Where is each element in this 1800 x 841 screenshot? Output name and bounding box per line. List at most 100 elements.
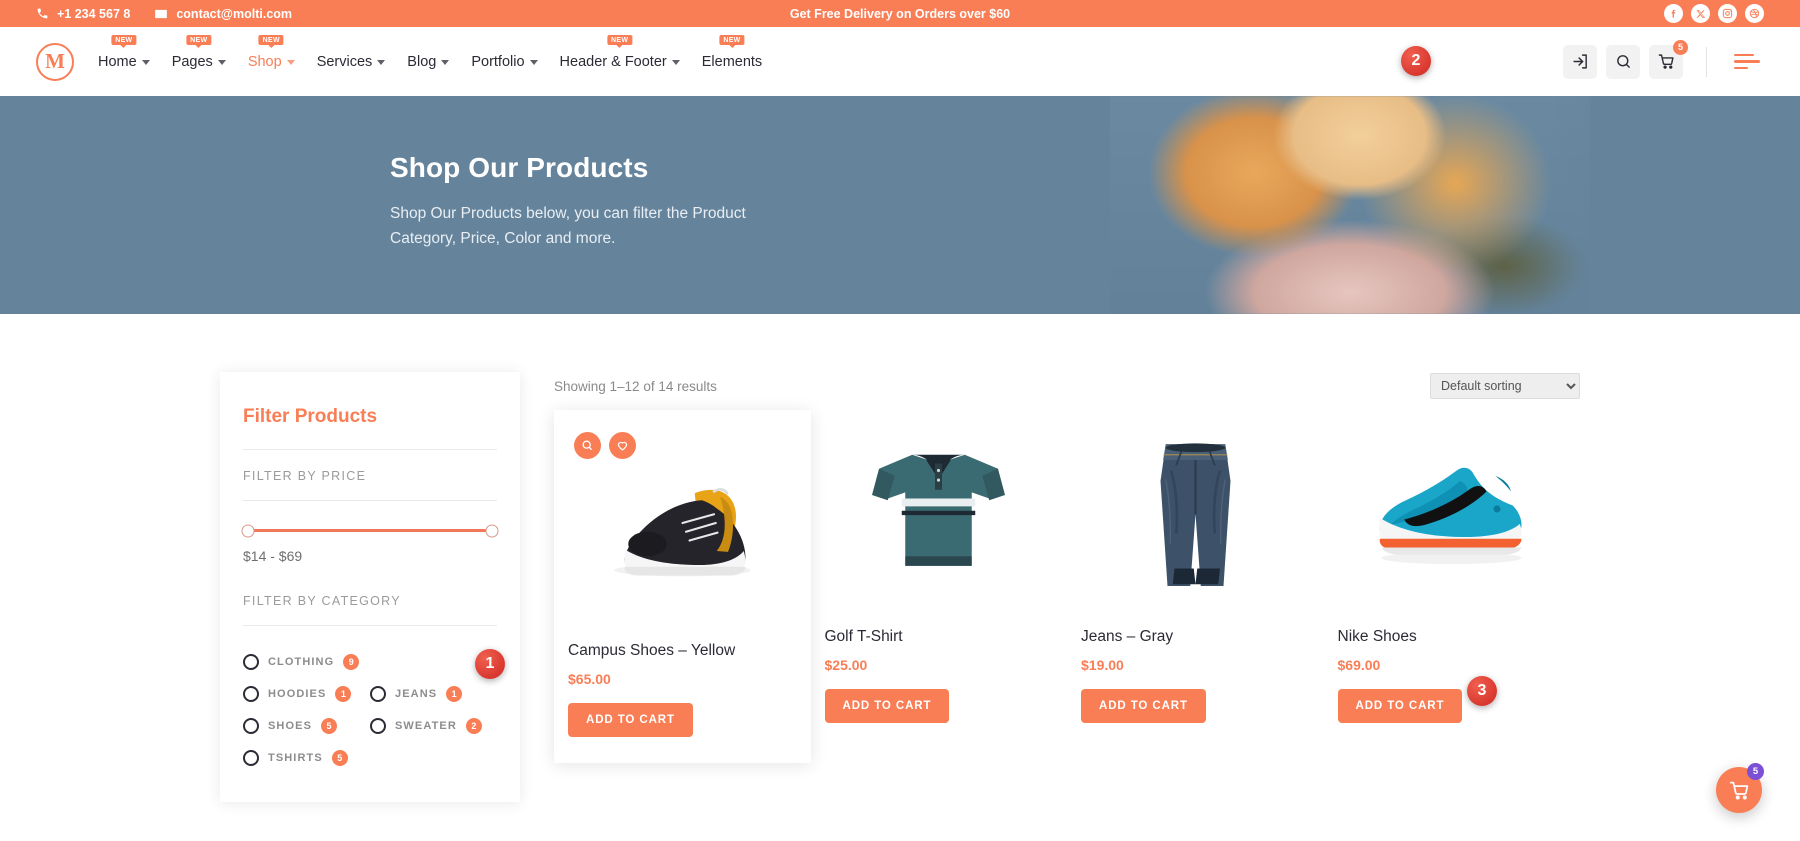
nav-divider — [1706, 46, 1707, 77]
category-filter-tshirts[interactable]: TSHIRTS 5 — [243, 750, 497, 766]
burger-line — [1734, 60, 1760, 63]
chevron-down-icon — [377, 60, 386, 65]
campus-shoes-yellow-image — [614, 487, 751, 576]
chevron-down-icon — [217, 60, 226, 65]
product-image[interactable] — [568, 428, 797, 624]
category-count-badge: 5 — [321, 718, 338, 734]
annotation-marker-3: 3 — [1467, 676, 1497, 706]
category-filter-shoes[interactable]: SHOES 5 — [243, 718, 370, 734]
product-price: $65.00 — [568, 671, 611, 687]
nav-item-services[interactable]: Services — [317, 48, 386, 76]
email-link[interactable]: contact@molti.com — [154, 7, 292, 21]
add-to-cart-button[interactable]: ADD TO CART — [824, 689, 950, 723]
category-label: SWEATER — [395, 720, 457, 732]
category-filter-jeans[interactable]: JEANS 1 — [370, 686, 497, 702]
nav-new-badge: NEW — [258, 34, 284, 45]
chevron-down-icon — [441, 60, 450, 65]
product-grid: Campus Shoes – Yellow $65.00 ADD TO CART G… — [554, 410, 1581, 763]
product-price: $69.00 — [1337, 657, 1381, 673]
filter-title-accent: Filter — [243, 406, 290, 427]
category-count-badge: 9 — [343, 654, 360, 670]
filter-by-category-heading: FILTER BY CATEGORY — [243, 594, 497, 626]
nav-item-label: Services — [316, 53, 373, 70]
sort-dropdown[interactable]: Default sortingSort by popularitySort by… — [1430, 373, 1580, 399]
category-count-badge: 1 — [335, 686, 352, 702]
nav-item-home[interactable]: NEW Home — [98, 34, 150, 76]
category-radio[interactable] — [243, 750, 259, 766]
nav-item-label: Elements — [701, 53, 763, 70]
category-filter-sweater[interactable]: SWEATER 2 — [370, 718, 497, 734]
product-name[interactable]: Jeans – Gray — [1081, 628, 1310, 646]
filter-products-title: Filter Products — [243, 406, 497, 428]
price-slider-min-handle[interactable] — [241, 524, 255, 537]
dribbble-icon[interactable] — [1745, 4, 1764, 23]
envelope-icon — [154, 7, 168, 21]
product-card[interactable]: Nike Shoes $69.00 ADD TO CART — [1324, 414, 1581, 763]
category-radio[interactable] — [370, 718, 386, 734]
nav-item-blog[interactable]: Blog — [407, 48, 450, 76]
nav-new-badge: NEW — [111, 34, 137, 45]
nav-item-elements[interactable]: NEW Elements — [701, 34, 763, 76]
chevron-down-icon — [529, 60, 538, 65]
products-area: Showing 1–12 of 14 results Default sorti… — [554, 372, 1580, 802]
category-filter-hoodies[interactable]: HOODIES 1 — [243, 686, 370, 702]
search-button[interactable] — [1606, 44, 1640, 79]
facebook-icon[interactable] — [1664, 4, 1683, 23]
product-image[interactable] — [1338, 414, 1567, 610]
site-logo[interactable]: M — [36, 42, 74, 81]
product-name[interactable]: Campus Shoes – Yellow — [568, 642, 797, 660]
cart-button[interactable]: 5 — [1649, 39, 1688, 79]
nav-actions: 5 — [1563, 39, 1764, 79]
price-range-slider[interactable] — [241, 524, 499, 537]
nav-menu: NEW Home NEW Pages NEW Shop Services Blog Portfo… — [98, 34, 763, 76]
quick-view-icon[interactable] — [574, 432, 601, 459]
category-count-badge: 2 — [465, 718, 482, 734]
price-slider-max-handle[interactable] — [485, 524, 499, 537]
category-label: CLOTHING — [268, 656, 335, 668]
category-radio[interactable] — [243, 686, 259, 702]
filter-title-rest: Products — [289, 406, 378, 427]
category-radio[interactable] — [243, 718, 259, 734]
nav-item-pages[interactable]: NEW Pages — [172, 34, 226, 76]
add-to-cart-button[interactable]: ADD TO CART — [568, 703, 693, 737]
main-navigation: M NEW Home NEW Pages NEW Shop Services Blog Port… — [0, 27, 1800, 96]
product-card[interactable]: Jeans – Gray $19.00 ADD TO CART — [1067, 414, 1324, 763]
product-name[interactable]: Nike Shoes — [1338, 628, 1567, 646]
nav-item-header-footer[interactable]: NEW Header & Footer — [560, 34, 680, 76]
product-image[interactable] — [825, 414, 1054, 610]
product-card[interactable]: Golf T-Shirt $25.00 ADD TO CART — [811, 414, 1068, 763]
x-twitter-icon[interactable] — [1691, 4, 1710, 23]
golf-tshirt-image — [872, 454, 1006, 566]
annotation-marker-1: 1 — [475, 649, 505, 679]
instagram-icon[interactable] — [1718, 4, 1737, 23]
price-range-value: $14 - $69 — [243, 548, 303, 564]
chevron-down-icon — [286, 60, 295, 65]
floating-cart-badge: 5 — [1747, 763, 1764, 780]
nav-item-shop[interactable]: NEW Shop — [248, 34, 295, 76]
category-radio[interactable] — [370, 686, 386, 702]
category-count-badge: 1 — [446, 686, 463, 702]
phone-link[interactable]: +1 234 567 8 — [36, 7, 130, 21]
chevron-down-icon — [671, 60, 680, 65]
hero-description: Shop Our Products below, you can filter … — [390, 205, 746, 248]
nav-item-portfolio[interactable]: Portfolio — [471, 48, 538, 76]
category-filter-clothing[interactable]: CLOTHING 9 — [243, 654, 497, 670]
product-card[interactable]: Campus Shoes – Yellow $65.00 ADD TO CART — [554, 410, 811, 763]
hero-banner: Shop Our Products Shop Our Products belo… — [0, 96, 1800, 314]
category-count-badge: 5 — [331, 750, 348, 766]
top-bar: +1 234 567 8 contact@molti.com Get Free … — [0, 0, 1800, 27]
add-to-cart-button[interactable]: ADD TO CART — [1081, 689, 1206, 723]
nike-shoes-image — [1380, 467, 1522, 564]
category-radio[interactable] — [243, 654, 259, 670]
wishlist-heart-icon[interactable] — [609, 432, 636, 459]
hamburger-menu-button[interactable] — [1730, 50, 1764, 74]
floating-cart-button[interactable]: 5 — [1716, 763, 1764, 813]
product-name[interactable]: Golf T-Shirt — [825, 628, 1054, 646]
product-image[interactable] — [1081, 414, 1310, 610]
nav-new-badge: NEW — [719, 34, 745, 45]
shop-section: Filter Products FILTER BY PRICE $14 - $6… — [0, 314, 1800, 802]
add-to-cart-button[interactable]: ADD TO CART — [1337, 689, 1463, 723]
filter-sidebar: Filter Products FILTER BY PRICE $14 - $6… — [220, 372, 520, 802]
login-button[interactable] — [1563, 44, 1597, 79]
category-filter-list: CLOTHING 9 HOODIES 1 JEANS 1 SHOES 5 SWEATER 2 TSH… — [243, 654, 497, 782]
